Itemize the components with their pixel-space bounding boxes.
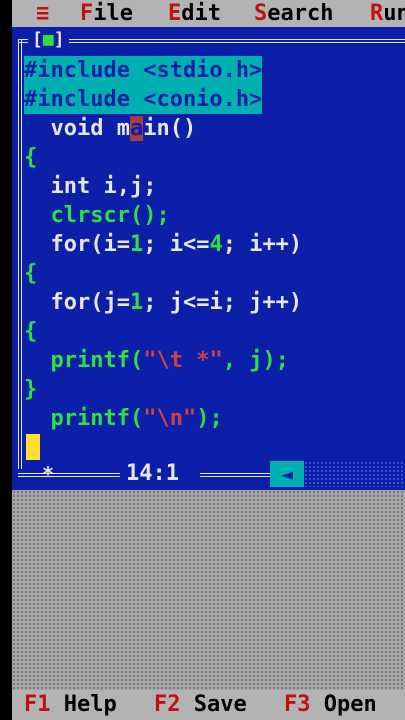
hint-help-key: F1 [24, 692, 51, 717]
code-line-1[interactable]: #include <stdio.h> [24, 56, 263, 85]
hint-save-label: Save [193, 692, 247, 717]
code-line-9-a: for(j= [24, 290, 130, 315]
hint-open-label: Open [323, 692, 377, 717]
hint-open[interactable]: F3 Open [284, 690, 377, 720]
window-status-bar: * 14:1 ◄ [18, 461, 405, 487]
status-frame-right [200, 473, 270, 477]
close-bracket-right: ] [53, 29, 65, 50]
code-line-13-c: ); [196, 406, 223, 431]
code-line-10[interactable]: { [24, 317, 37, 346]
text-cursor-highlight: a [129, 116, 144, 141]
code-line-7-a: for(i= [24, 232, 130, 257]
menu-run-label: un [383, 1, 405, 26]
hint-save-key: F2 [154, 692, 181, 717]
hint-help[interactable]: F1 Help [24, 690, 117, 720]
code-line-3-pre: void m [24, 116, 130, 141]
hint-save[interactable]: F2 Save [154, 690, 247, 720]
window-close-button[interactable]: [■] [28, 29, 69, 51]
code-line-6[interactable]: clrscr(); [24, 201, 169, 230]
window-frame-top [18, 39, 405, 43]
hint-open-key: F3 [284, 692, 311, 717]
code-line-13-a: printf( [24, 406, 144, 431]
system-menu-icon[interactable]: ≡ [36, 0, 49, 27]
code-line-7-num2: 4 [209, 232, 223, 257]
hint-help-label: Help [63, 692, 117, 717]
code-line-4[interactable]: { [24, 143, 37, 172]
scroll-left-arrow-icon[interactable]: ◄ [270, 461, 304, 487]
editor-window[interactable]: [■] #include <stdio.h> #include <conio.h… [12, 27, 405, 490]
window-frame-left [18, 39, 22, 469]
code-line-5[interactable]: int i,j; [24, 172, 156, 201]
code-line-11-a: printf( [24, 348, 144, 373]
screen-edge [0, 0, 12, 720]
code-line-11-c: , j); [222, 348, 289, 373]
status-frame-left [18, 473, 120, 477]
menu-file-hotkey: F [80, 1, 94, 26]
code-line-7-num1: 1 [129, 232, 144, 257]
close-icon: ■ [42, 29, 54, 50]
code-line-3-post: in() [143, 116, 197, 141]
hint-bar: F1 Help F2 Save F3 Open [12, 690, 405, 720]
modified-indicator: * [42, 462, 55, 486]
menu-file-label: ile [93, 1, 133, 26]
code-line-7-c: ; i<= [143, 232, 210, 257]
code-line-11-string: "\t *" [143, 348, 223, 373]
code-line-13-string: "\n" [143, 406, 197, 431]
close-bracket-left: [ [32, 29, 43, 50]
code-line-11[interactable]: printf("\t *", j); [24, 346, 289, 375]
code-line-9-num1: 1 [129, 290, 144, 315]
menu-edit-label: dit [181, 1, 221, 26]
cursor-position: 14:1 [120, 461, 185, 487]
code-line-12[interactable]: } [24, 375, 37, 404]
text-cursor [26, 434, 40, 460]
menu-search-hotkey: S [254, 1, 268, 26]
code-line-7[interactable]: for(i=1; i<=4; i++) [24, 230, 302, 259]
menu-search-label: earch [267, 1, 334, 26]
menu-edit-hotkey: E [168, 1, 182, 26]
code-line-9[interactable]: for(j=1; j<=i; j++) [24, 288, 302, 317]
code-line-7-e: ; i++) [222, 232, 303, 257]
code-line-2[interactable]: #include <conio.h> [24, 85, 263, 114]
menu-run[interactable]: Run [370, 0, 405, 27]
menu-run-hotkey: R [370, 1, 384, 26]
code-line-13[interactable]: printf("\n"); [24, 404, 223, 433]
menu-file[interactable]: File [80, 0, 133, 27]
desktop-background [12, 490, 405, 690]
code-line-9-c: ; j<=i; j++) [143, 290, 303, 315]
horizontal-scrollbar[interactable] [304, 461, 405, 487]
menu-edit[interactable]: Edit [168, 0, 221, 27]
code-line-3[interactable]: void main() [24, 114, 196, 143]
code-line-8[interactable]: { [24, 259, 37, 288]
menu-bar: ≡ File Edit Search Run [12, 0, 405, 27]
menu-search[interactable]: Search [254, 0, 333, 27]
